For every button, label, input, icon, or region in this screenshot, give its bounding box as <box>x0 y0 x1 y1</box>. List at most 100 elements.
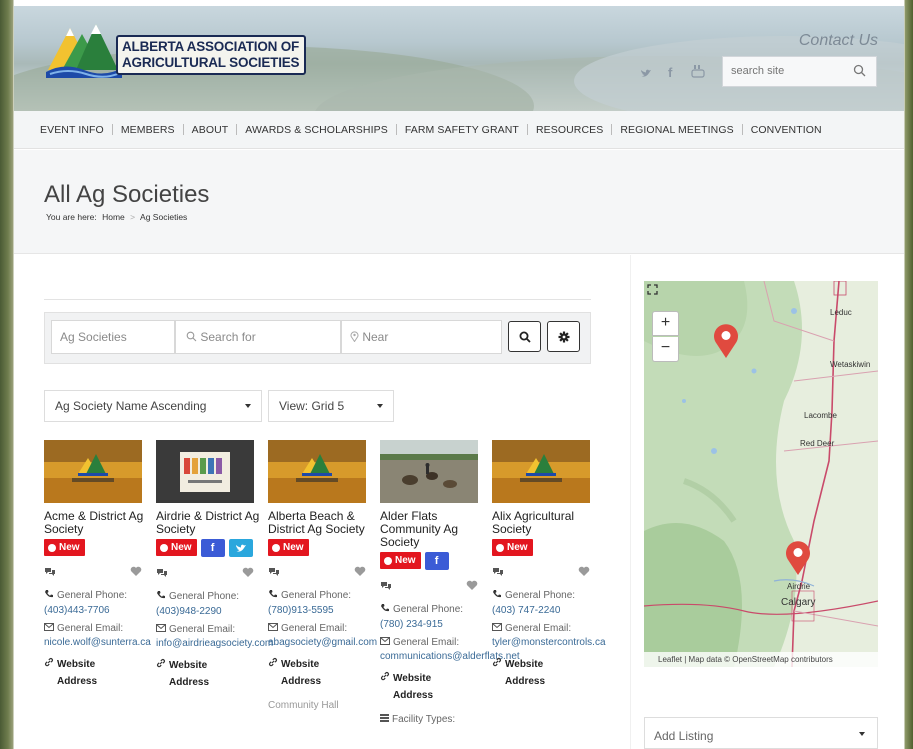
breadcrumb: You are here: Home > Ag Societies <box>46 212 190 222</box>
search-for-input[interactable]: Search for <box>175 320 341 354</box>
listing-actions <box>380 578 478 596</box>
listings-map[interactable]: + − Leduc Wetaskiwin Lacombe Red Deer Ai… <box>644 281 878 667</box>
nav-convention[interactable]: CONVENTION <box>751 124 822 136</box>
envelope-icon <box>156 624 166 635</box>
email-value[interactable]: tyler@monstercontrols.ca <box>492 637 606 648</box>
listing-title[interactable]: Acme & District Ag Society <box>44 510 149 536</box>
zoom-in-button[interactable]: + <box>652 311 679 336</box>
envelope-icon <box>380 637 390 648</box>
map-city-label: Airdrie <box>787 582 811 591</box>
twitter-icon[interactable] <box>228 539 253 557</box>
phone-value[interactable]: (403)443-7706 <box>44 605 144 616</box>
phone-label: General Phone: <box>380 603 480 616</box>
add-listing-select[interactable]: Add Listing <box>644 717 878 749</box>
new-badge-label: New <box>59 542 80 553</box>
site-header: ALBERTA ASSOCIATION OF AGRICULTURAL SOCI… <box>14 6 904 111</box>
heart-icon[interactable] <box>466 580 478 594</box>
listing-title[interactable]: Airdrie & District Ag Society <box>156 510 261 536</box>
listing-title[interactable]: Alix Agricultural Society <box>492 510 597 536</box>
phone-icon <box>44 589 54 602</box>
phone-value[interactable]: (403)948-2290 <box>156 606 256 617</box>
nav-event-info[interactable]: EVENT INFO <box>40 124 104 136</box>
address-label: Address <box>57 676 98 687</box>
nav-members[interactable]: MEMBERS <box>121 124 175 136</box>
logo-mountains-icon <box>46 24 122 78</box>
link-icon <box>44 656 54 673</box>
map-pin-icon[interactable] <box>784 540 812 579</box>
listing-image[interactable] <box>268 440 366 503</box>
listing-image[interactable] <box>44 440 142 503</box>
search-options-button[interactable] <box>547 321 580 352</box>
map-attribution[interactable]: Leaflet | Map data © OpenStreetMap contr… <box>644 652 878 667</box>
nav-resources[interactable]: RESOURCES <box>536 124 603 136</box>
new-dot-icon <box>496 543 504 552</box>
phone-label: General Phone: <box>156 590 256 603</box>
listing-image[interactable] <box>380 440 478 503</box>
phone-value[interactable]: (780) 234-915 <box>380 619 480 630</box>
site-logo[interactable]: ALBERTA ASSOCIATION OF AGRICULTURAL SOCI… <box>44 18 314 80</box>
email-value[interactable]: abagsociety@gmail.com <box>268 637 377 648</box>
comments-icon[interactable] <box>268 567 280 580</box>
youtube-icon[interactable] <box>691 64 705 81</box>
listing-title[interactable]: Alder Flats Community Ag Society <box>380 510 485 549</box>
search-button[interactable] <box>508 321 541 352</box>
listing-image[interactable] <box>156 440 254 503</box>
new-badge: New <box>380 552 421 569</box>
heart-icon[interactable] <box>130 566 142 580</box>
email-value[interactable]: nicole.wolf@sunterra.ca <box>44 637 151 648</box>
zoom-out-button[interactable]: − <box>652 337 679 362</box>
comments-icon[interactable] <box>44 567 56 580</box>
site-search-input[interactable] <box>731 65 841 77</box>
near-placeholder: Near <box>362 330 389 344</box>
heart-icon[interactable] <box>242 567 254 581</box>
sort-select[interactable]: Ag Society Name Ascending <box>44 390 262 422</box>
twitter-icon[interactable] <box>640 68 652 81</box>
comments-icon[interactable] <box>492 567 504 580</box>
nav-farm-safety-grant[interactable]: FARM SAFETY GRANT <box>405 124 519 136</box>
breadcrumb-current: Ag Societies <box>140 212 188 222</box>
listing-type-select[interactable]: Ag Societies <box>51 320 175 354</box>
listing-image[interactable] <box>492 440 590 503</box>
website-address[interactable]: Website Address <box>380 670 480 704</box>
email-value[interactable]: communications@alderflats.net <box>380 651 520 662</box>
map-city-label: Lacombe <box>804 411 837 420</box>
heart-icon[interactable] <box>578 566 590 580</box>
phone-value[interactable]: (780)913-5595 <box>268 605 368 616</box>
view-select[interactable]: View: Grid 5 <box>268 390 394 422</box>
listing-card: Airdrie & District Ag Society New f Gene… <box>156 440 273 691</box>
search-icon <box>186 322 197 354</box>
website-address[interactable]: Website Address <box>44 656 144 690</box>
listing-actions <box>268 564 366 582</box>
search-icon[interactable] <box>853 64 866 80</box>
website-address[interactable]: Website Address <box>492 656 592 690</box>
site-search[interactable] <box>722 56 877 87</box>
website-address[interactable]: Website Address <box>268 656 368 690</box>
nav-regional-meetings[interactable]: REGIONAL MEETINGS <box>620 124 733 136</box>
comments-icon[interactable] <box>380 581 392 594</box>
website-label: Website <box>57 659 96 670</box>
facebook-icon[interactable]: f <box>424 552 449 570</box>
heart-icon[interactable] <box>354 566 366 580</box>
email-value[interactable]: info@airdrieagsociety.com <box>156 638 273 649</box>
listing-actions <box>156 565 254 583</box>
page-title-bar: All Ag Societies You are here: Home > Ag… <box>14 150 904 254</box>
phone-value[interactable]: (403) 747-2240 <box>492 605 592 616</box>
near-input[interactable]: Near <box>341 320 502 354</box>
website-label: Website <box>281 659 320 670</box>
breadcrumb-home[interactable]: Home <box>102 212 125 222</box>
listing-title[interactable]: Alberta Beach & District Ag Society <box>268 510 373 536</box>
envelope-icon <box>44 623 54 634</box>
email-label: General Email: <box>268 623 368 634</box>
email-label: General Email: <box>156 624 256 635</box>
contact-us-link[interactable]: Contact Us <box>799 32 878 50</box>
facebook-icon[interactable]: f <box>668 65 672 80</box>
nav-about[interactable]: ABOUT <box>192 124 229 136</box>
website-address[interactable]: Website Address <box>156 657 256 691</box>
new-dot-icon <box>48 543 56 552</box>
nav-awards-scholarships[interactable]: AWARDS & SCHOLARSHIPS <box>245 124 388 136</box>
comments-icon[interactable] <box>156 568 168 581</box>
facebook-icon[interactable]: f <box>200 539 225 557</box>
fullscreen-icon[interactable] <box>647 284 658 298</box>
chevron-down-icon <box>245 404 251 408</box>
map-pin-icon[interactable] <box>712 323 740 362</box>
